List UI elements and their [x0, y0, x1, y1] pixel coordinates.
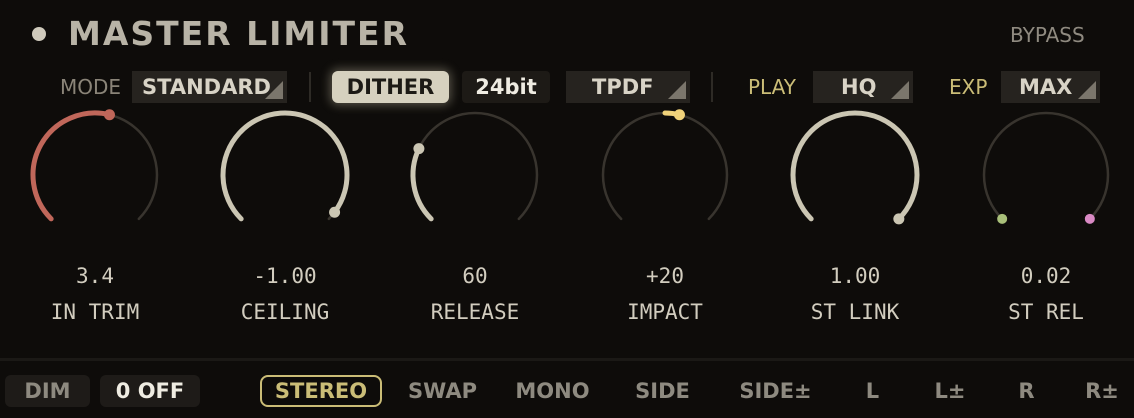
knob-indicator-dot	[413, 143, 425, 155]
monitor-l-pm-button[interactable]: L±	[925, 375, 975, 407]
play-quality-value: HQ	[841, 75, 877, 99]
play-label: PLAY	[748, 75, 797, 99]
in-trim-value: 3.4	[76, 264, 114, 288]
dropdown-arrow-icon	[265, 81, 283, 99]
knob-value-arc	[410, 146, 434, 222]
st-link-label: ST LINK	[810, 300, 900, 324]
knob-value-arc	[220, 110, 350, 222]
knob-track	[982, 111, 1110, 221]
knob-indicator-dot	[997, 213, 1008, 224]
monitor-l-button[interactable]: L	[850, 375, 895, 407]
separator	[309, 72, 311, 102]
section-divider	[0, 358, 1134, 361]
knob-dial	[982, 111, 1110, 224]
monitor-mono-button[interactable]: MONO	[510, 375, 595, 407]
play-quality-dropdown[interactable]: HQ	[813, 71, 913, 103]
release-value: 60	[462, 264, 488, 288]
monitor-swap-button[interactable]: SWAP	[400, 375, 485, 407]
knob-value-arc	[790, 110, 920, 222]
dim-amount-field[interactable]: 0 OFF	[100, 375, 200, 407]
knob-ceiling[interactable]	[210, 110, 360, 250]
mode-label: MODE	[60, 75, 122, 99]
st-link-value: 1.00	[829, 264, 881, 288]
ceiling-value: -1.00	[253, 264, 317, 288]
monitor-side-button[interactable]: SIDE	[620, 375, 705, 407]
knob-st-link[interactable]	[780, 110, 930, 250]
monitor-side-pm-button[interactable]: SIDE±	[733, 375, 818, 407]
plugin-title: MASTER LIMITER	[68, 14, 409, 53]
knob-indicator-dot	[103, 109, 115, 121]
dim-button[interactable]: DIM	[5, 375, 90, 407]
release-label: RELEASE	[430, 300, 520, 324]
in-trim-label: IN TRIM	[50, 300, 140, 324]
exp-quality-value: MAX	[1019, 75, 1073, 99]
knob-dial	[30, 109, 159, 222]
dropdown-arrow-icon	[668, 81, 686, 99]
noise-shape-value: TPDF	[592, 75, 654, 99]
monitor-r-button[interactable]: R	[1004, 375, 1049, 407]
exp-label: EXP	[949, 75, 988, 99]
knob-value-arc	[30, 110, 112, 222]
separator	[711, 72, 713, 102]
knob-in-trim[interactable]	[20, 109, 170, 250]
knob-track	[411, 111, 539, 221]
knob-indicator-dot	[893, 213, 905, 225]
exp-quality-dropdown[interactable]: MAX	[1001, 71, 1100, 103]
mode-dropdown-value: STANDARD	[142, 75, 271, 99]
noise-shape-dropdown[interactable]: TPDF	[566, 71, 690, 103]
bit-depth-selector[interactable]: 24bit	[462, 71, 550, 103]
power-indicator-icon[interactable]	[32, 27, 46, 41]
ceiling-label: CEILING	[240, 300, 330, 324]
knob-dial	[220, 110, 350, 222]
st-rel-value: 0.02	[1020, 264, 1072, 288]
knob-st-rel[interactable]	[971, 110, 1121, 250]
master-limiter-panel: MASTER LIMITER BYPASS MODE STANDARD DITH…	[0, 0, 1134, 418]
knob-release[interactable]	[400, 110, 550, 250]
knob-dial	[601, 109, 729, 221]
knob-indicator-dot	[1084, 213, 1095, 224]
knob-indicator-dot	[673, 109, 685, 121]
bypass-button[interactable]: BYPASS	[1010, 23, 1085, 47]
mode-dropdown[interactable]: STANDARD	[132, 71, 287, 103]
monitor-r-pm-button[interactable]: R±	[1076, 375, 1128, 407]
impact-label: IMPACT	[627, 300, 703, 324]
knob-impact[interactable]	[590, 109, 740, 250]
dropdown-arrow-icon	[1078, 81, 1096, 99]
knob-dial	[790, 110, 920, 225]
monitor-stereo-button[interactable]: STEREO	[260, 375, 382, 407]
st-rel-label: ST REL	[1008, 300, 1084, 324]
impact-value: +20	[646, 264, 684, 288]
knob-dial	[410, 111, 539, 222]
dither-toggle[interactable]: DITHER	[332, 71, 449, 103]
knob-track	[601, 111, 729, 221]
knob-indicator-dot	[329, 206, 341, 218]
dropdown-arrow-icon	[891, 81, 909, 99]
